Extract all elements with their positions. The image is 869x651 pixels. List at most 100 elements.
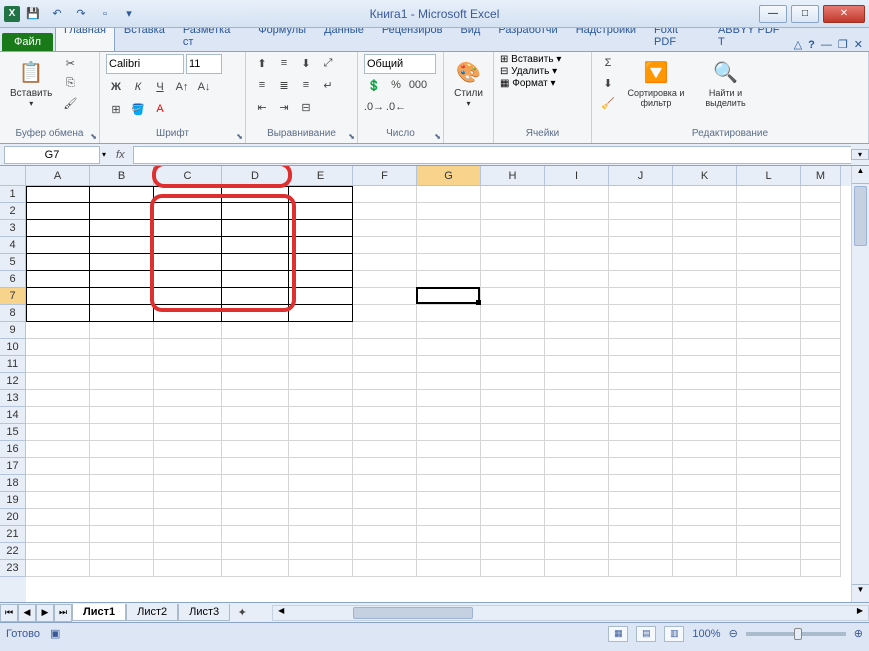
cell-D4[interactable] xyxy=(222,237,289,254)
cell-L22[interactable] xyxy=(737,543,801,560)
fill-icon[interactable]: ⬇ xyxy=(598,74,618,92)
cell-I3[interactable] xyxy=(545,220,609,237)
qat-customize-icon[interactable]: ▾ xyxy=(118,3,140,25)
cell-L23[interactable] xyxy=(737,560,801,577)
cell-L9[interactable] xyxy=(737,322,801,339)
doc-close-icon[interactable]: ✕ xyxy=(854,38,863,51)
cell-F8[interactable] xyxy=(353,305,417,322)
col-header-G[interactable]: G xyxy=(417,166,481,186)
col-header-M[interactable]: M xyxy=(801,166,841,186)
vertical-scrollbar[interactable]: ▲ ▼ xyxy=(851,166,869,602)
cell-A8[interactable] xyxy=(26,305,90,322)
scroll-left-icon[interactable]: ◀ xyxy=(273,606,289,620)
cell-M21[interactable] xyxy=(801,526,841,543)
cell-B16[interactable] xyxy=(90,441,154,458)
cell-E15[interactable] xyxy=(289,424,353,441)
cell-C5[interactable] xyxy=(154,254,222,271)
scroll-up-icon[interactable]: ▲ xyxy=(852,166,869,184)
cell-H15[interactable] xyxy=(481,424,545,441)
italic-button[interactable]: К xyxy=(128,78,148,96)
cell-D7[interactable] xyxy=(222,288,289,305)
cell-A21[interactable] xyxy=(26,526,90,543)
cell-D18[interactable] xyxy=(222,475,289,492)
cell-D6[interactable] xyxy=(222,271,289,288)
cell-E13[interactable] xyxy=(289,390,353,407)
cell-I7[interactable] xyxy=(545,288,609,305)
row-header-8[interactable]: 8 xyxy=(0,305,26,322)
cell-L19[interactable] xyxy=(737,492,801,509)
cell-J22[interactable] xyxy=(609,543,673,560)
cell-M4[interactable] xyxy=(801,237,841,254)
cell-M22[interactable] xyxy=(801,543,841,560)
cell-H13[interactable] xyxy=(481,390,545,407)
decrease-font-icon[interactable]: A↓ xyxy=(194,78,214,96)
cell-H16[interactable] xyxy=(481,441,545,458)
cell-A17[interactable] xyxy=(26,458,90,475)
help-icon[interactable]: ? xyxy=(808,39,815,51)
zoom-level[interactable]: 100% xyxy=(692,628,720,640)
cell-A15[interactable] xyxy=(26,424,90,441)
cell-M13[interactable] xyxy=(801,390,841,407)
cell-E2[interactable] xyxy=(289,203,353,220)
cell-B4[interactable] xyxy=(90,237,154,254)
cell-J4[interactable] xyxy=(609,237,673,254)
cut-icon[interactable]: ✂ xyxy=(60,54,80,72)
comma-icon[interactable]: 000 xyxy=(408,76,428,94)
row-header-11[interactable]: 11 xyxy=(0,356,26,373)
sheet-nav-next-icon[interactable]: ▶ xyxy=(36,604,54,622)
cell-E7[interactable] xyxy=(289,288,353,305)
cell-M12[interactable] xyxy=(801,373,841,390)
cell-D21[interactable] xyxy=(222,526,289,543)
cell-G23[interactable] xyxy=(417,560,481,577)
autosum-icon[interactable]: Σ xyxy=(598,54,618,72)
delete-cells-button[interactable]: ⊟ Удалить ▾ xyxy=(500,66,585,77)
cell-E18[interactable] xyxy=(289,475,353,492)
cell-F10[interactable] xyxy=(353,339,417,356)
clipboard-launcher-icon[interactable]: ⬊ xyxy=(90,132,97,141)
cell-J21[interactable] xyxy=(609,526,673,543)
cell-H1[interactable] xyxy=(481,186,545,203)
cell-C14[interactable] xyxy=(154,407,222,424)
cell-J6[interactable] xyxy=(609,271,673,288)
cell-A6[interactable] xyxy=(26,271,90,288)
row-header-3[interactable]: 3 xyxy=(0,220,26,237)
cell-H11[interactable] xyxy=(481,356,545,373)
cell-G9[interactable] xyxy=(417,322,481,339)
cell-J11[interactable] xyxy=(609,356,673,373)
cell-L2[interactable] xyxy=(737,203,801,220)
doc-restore-icon[interactable]: ❐ xyxy=(838,38,848,51)
cell-I13[interactable] xyxy=(545,390,609,407)
cell-H7[interactable] xyxy=(481,288,545,305)
cell-D8[interactable] xyxy=(222,305,289,322)
col-header-L[interactable]: L xyxy=(737,166,801,186)
format-painter-icon[interactable]: 🖌 xyxy=(60,94,80,112)
cell-K20[interactable] xyxy=(673,509,737,526)
cell-D2[interactable] xyxy=(222,203,289,220)
cell-I10[interactable] xyxy=(545,339,609,356)
cell-M3[interactable] xyxy=(801,220,841,237)
cell-B2[interactable] xyxy=(90,203,154,220)
row-header-10[interactable]: 10 xyxy=(0,339,26,356)
cell-B7[interactable] xyxy=(90,288,154,305)
cell-A13[interactable] xyxy=(26,390,90,407)
cell-K13[interactable] xyxy=(673,390,737,407)
cell-I17[interactable] xyxy=(545,458,609,475)
cell-D19[interactable] xyxy=(222,492,289,509)
cell-B9[interactable] xyxy=(90,322,154,339)
cell-I5[interactable] xyxy=(545,254,609,271)
cell-E8[interactable] xyxy=(289,305,353,322)
zoom-slider[interactable] xyxy=(746,632,846,636)
cell-A5[interactable] xyxy=(26,254,90,271)
font-launcher-icon[interactable]: ⬊ xyxy=(236,132,243,141)
col-header-J[interactable]: J xyxy=(609,166,673,186)
cell-F18[interactable] xyxy=(353,475,417,492)
cell-F23[interactable] xyxy=(353,560,417,577)
cell-L18[interactable] xyxy=(737,475,801,492)
cell-G19[interactable] xyxy=(417,492,481,509)
cell-E22[interactable] xyxy=(289,543,353,560)
cell-F1[interactable] xyxy=(353,186,417,203)
cell-E16[interactable] xyxy=(289,441,353,458)
cell-E20[interactable] xyxy=(289,509,353,526)
cell-D12[interactable] xyxy=(222,373,289,390)
cell-L21[interactable] xyxy=(737,526,801,543)
